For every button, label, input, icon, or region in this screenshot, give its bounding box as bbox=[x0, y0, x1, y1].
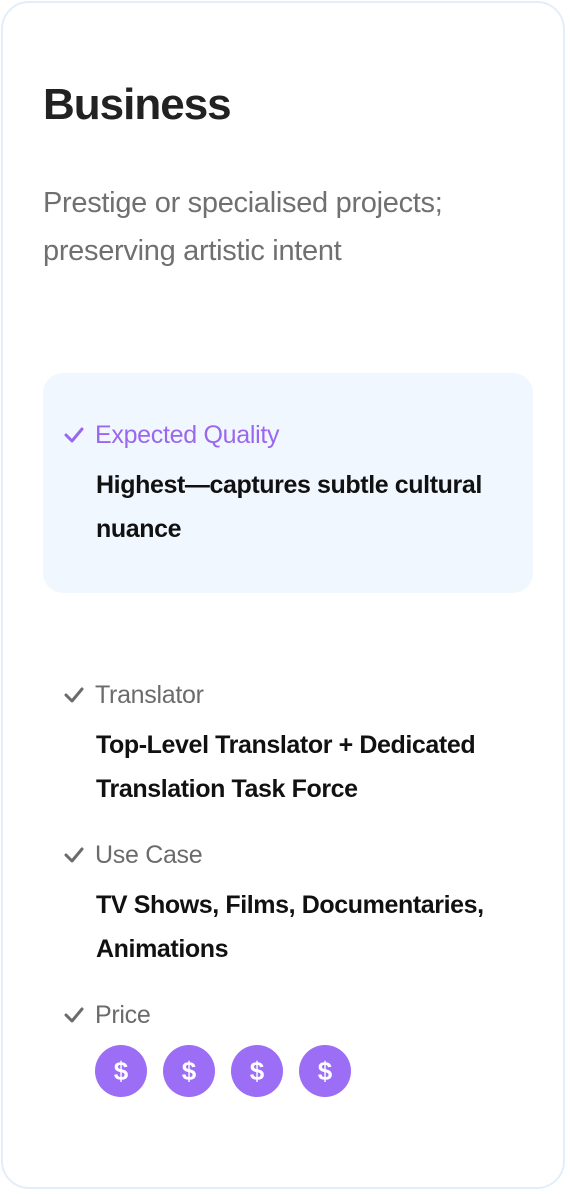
dollar-coin-icon: $ bbox=[299, 1045, 351, 1097]
plan-title: Business bbox=[43, 80, 232, 129]
feature-translator: Translator Top-Level Translator + Dedica… bbox=[63, 677, 523, 811]
feature-use-case: Use Case TV Shows, Films, Documentaries,… bbox=[63, 837, 523, 971]
price-level: $ $ $ $ bbox=[95, 1045, 523, 1097]
feature-label: Use Case bbox=[95, 840, 203, 869]
dollar-coin-icon: $ bbox=[95, 1045, 147, 1097]
feature-value: Highest—captures subtle cultural nuance bbox=[96, 471, 482, 543]
feature-label: Translator bbox=[95, 680, 204, 709]
plan-card: Business Prestige or specialised project… bbox=[1, 1, 565, 1189]
dollar-coin-icon: $ bbox=[163, 1045, 215, 1097]
dollar-coin-icon: $ bbox=[231, 1045, 283, 1097]
feature-value: TV Shows, Films, Documentaries, Animatio… bbox=[96, 891, 484, 963]
plan-subtitle: Prestige or specialised projects; preser… bbox=[43, 187, 443, 267]
feature-header: Translator bbox=[63, 677, 523, 713]
check-icon bbox=[64, 847, 84, 863]
check-icon bbox=[64, 687, 84, 703]
feature-label: Expected Quality bbox=[95, 420, 280, 449]
feature-header: Expected Quality bbox=[63, 417, 523, 453]
feature-header: Price bbox=[63, 997, 523, 1033]
feature-expected-quality: Expected Quality Highest—captures subtle… bbox=[63, 417, 523, 551]
feature-header: Use Case bbox=[63, 837, 523, 873]
feature-price: Price $ $ $ $ bbox=[63, 997, 523, 1097]
feature-value: Top-Level Translator + Dedicated Transla… bbox=[96, 731, 476, 803]
check-icon bbox=[64, 1007, 84, 1023]
feature-label: Price bbox=[95, 1000, 151, 1029]
check-icon bbox=[64, 427, 84, 443]
